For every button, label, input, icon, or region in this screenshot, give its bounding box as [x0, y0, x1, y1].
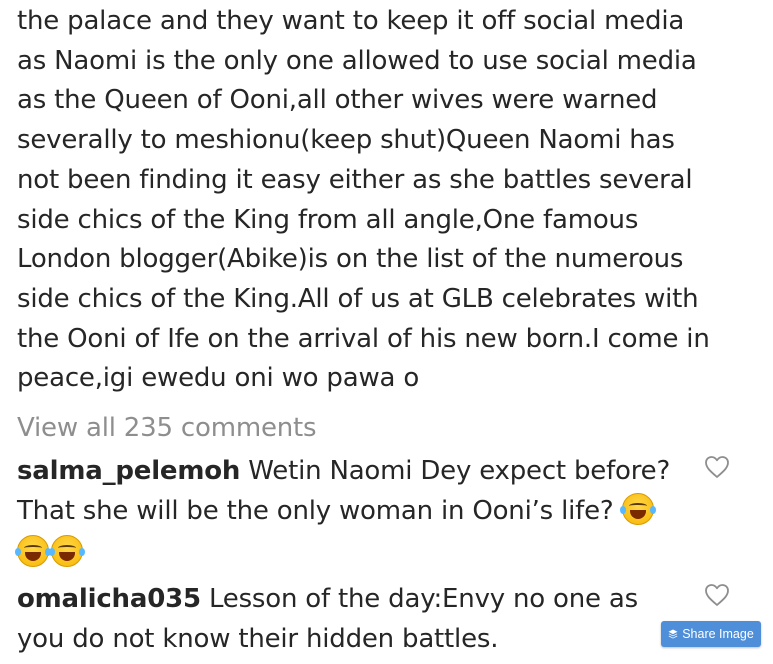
comment-1-emoji-row: [15, 535, 85, 567]
share-image-button[interactable]: Share Image: [661, 621, 761, 647]
layers-icon: [668, 629, 678, 639]
laughing-emoji-icon: [49, 535, 85, 567]
comment-2: omalicha035 Lesson of the day:Envy no on…: [17, 580, 697, 659]
comment-2-username[interactable]: omalicha035: [17, 584, 201, 614]
like-heart-icon[interactable]: [704, 583, 730, 607]
laughing-emoji-icon: [619, 492, 656, 525]
view-all-comments-link[interactable]: View all 235 comments: [17, 408, 317, 448]
post-caption: the palace and they want to keep it off …: [17, 6, 710, 394]
like-heart-icon[interactable]: [704, 455, 730, 479]
share-image-label: Share Image: [682, 627, 754, 641]
comment-1-username[interactable]: salma_pelemoh: [17, 456, 240, 486]
comment-1: salma_pelemoh Wetin Naomi Dey expect bef…: [17, 452, 697, 531]
laughing-emoji-icon: [15, 535, 51, 567]
